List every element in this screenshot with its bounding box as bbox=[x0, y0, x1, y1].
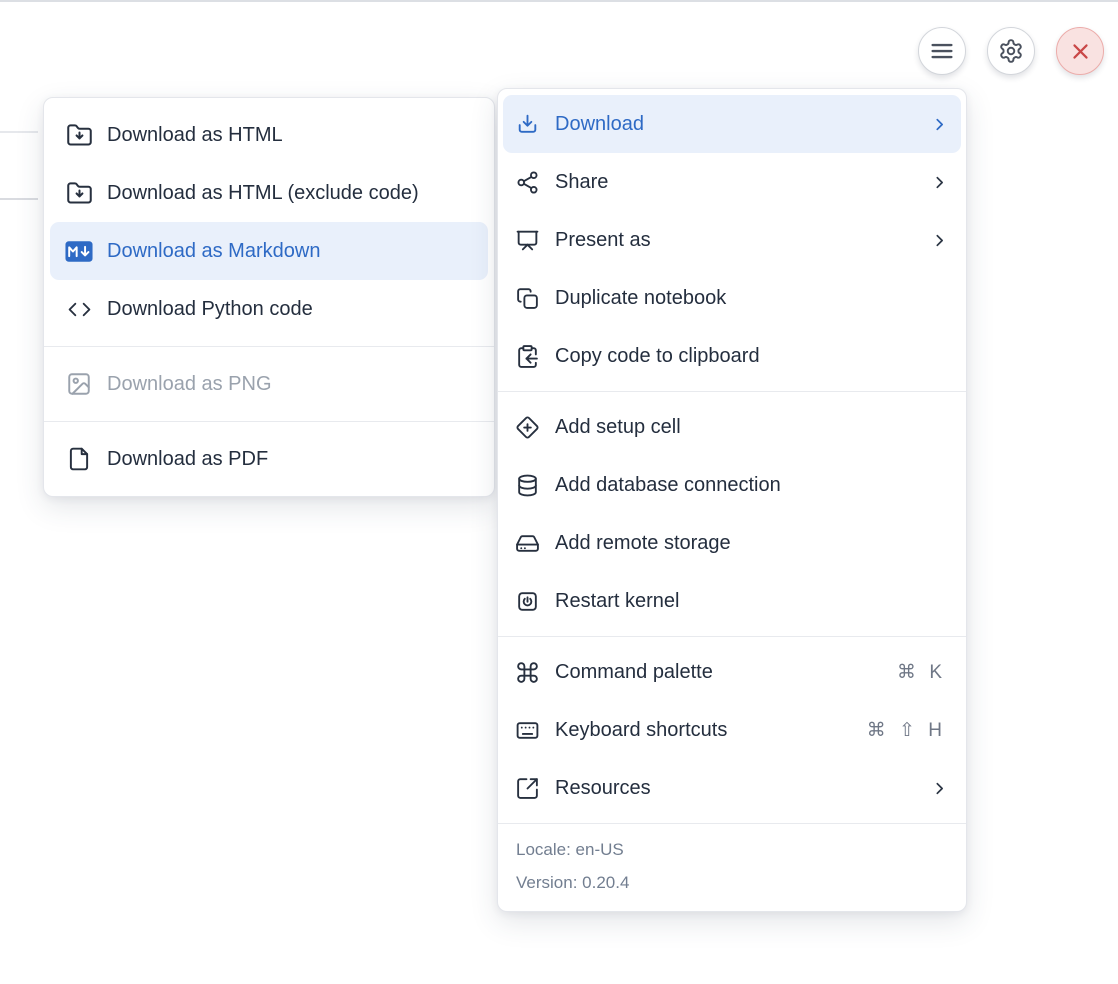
menu-item-download[interactable]: Download bbox=[503, 95, 961, 153]
command-icon bbox=[513, 658, 541, 686]
notebook-menu: Download Share Present as Duplicate noteboo… bbox=[497, 88, 967, 912]
close-button[interactable] bbox=[1056, 27, 1104, 75]
download-icon bbox=[513, 110, 541, 138]
shortcut-hint: ⌘ K bbox=[897, 661, 946, 684]
menu-item-resources[interactable]: Resources bbox=[498, 759, 966, 817]
share-icon bbox=[513, 168, 541, 196]
chevron-right-icon bbox=[928, 171, 950, 193]
menu-item-restart-kernel[interactable]: Restart kernel bbox=[498, 572, 966, 630]
close-icon bbox=[1068, 39, 1093, 64]
markdown-icon bbox=[65, 237, 93, 265]
menu-item-present-as[interactable]: Present as bbox=[498, 211, 966, 269]
menu-item-label: Download as PNG bbox=[107, 373, 476, 396]
menu-item-label: Duplicate notebook bbox=[555, 287, 946, 310]
menu-item-label: Command palette bbox=[555, 661, 897, 684]
menu-item-label: Present as bbox=[555, 229, 928, 252]
settings-button[interactable] bbox=[987, 27, 1035, 75]
menu-item-duplicate-notebook[interactable]: Duplicate notebook bbox=[498, 269, 966, 327]
chevron-right-icon bbox=[928, 777, 950, 799]
page-top-border bbox=[0, 0, 1118, 2]
chevron-right-icon bbox=[928, 229, 950, 251]
menu-item-command-palette[interactable]: Command palette⌘ K bbox=[498, 643, 966, 701]
chevron-right-icon bbox=[928, 113, 950, 135]
external-link-icon bbox=[513, 774, 541, 802]
menu-item-add-remote-storage[interactable]: Add remote storage bbox=[498, 514, 966, 572]
folder-down-icon bbox=[65, 121, 93, 149]
square-power-icon bbox=[513, 587, 541, 615]
menu-item-label: Add remote storage bbox=[555, 532, 946, 555]
hamburger-icon bbox=[927, 36, 957, 66]
menu-item-label: Add setup cell bbox=[555, 416, 946, 439]
locale-text: Locale: en-US bbox=[516, 833, 948, 866]
menu-item-copy-code-to-clipboard[interactable]: Copy code to clipboard bbox=[498, 327, 966, 385]
menu-item-keyboard-shortcuts[interactable]: Keyboard shortcuts⌘ ⇧ H bbox=[498, 701, 966, 759]
menu-item-download-as-markdown[interactable]: Download as Markdown bbox=[50, 222, 488, 280]
code-icon bbox=[65, 295, 93, 323]
image-icon bbox=[65, 370, 93, 398]
notebook-action-toolbar bbox=[918, 27, 1104, 75]
file-icon bbox=[65, 445, 93, 473]
copy-icon bbox=[513, 284, 541, 312]
menu-divider bbox=[44, 421, 494, 422]
menu-item-add-database-connection[interactable]: Add database connection bbox=[498, 456, 966, 514]
menu-item-label: Keyboard shortcuts bbox=[555, 719, 867, 742]
gear-icon bbox=[998, 38, 1024, 64]
clipboard-copy-icon bbox=[513, 342, 541, 370]
keyboard-icon bbox=[513, 716, 541, 744]
menu-divider bbox=[498, 391, 966, 392]
menu-item-label: Add database connection bbox=[555, 474, 946, 497]
menu-item-label: Restart kernel bbox=[555, 590, 946, 613]
menu-divider bbox=[498, 636, 966, 637]
menu-item-label: Download as HTML bbox=[107, 124, 476, 147]
menu-item-label: Download bbox=[555, 113, 928, 136]
menu-item-download-as-png: Download as PNG bbox=[44, 355, 494, 413]
menu-item-label: Share bbox=[555, 171, 928, 194]
version-text: Version: 0.20.4 bbox=[516, 866, 948, 899]
menu-item-download-python-code[interactable]: Download Python code bbox=[44, 280, 494, 338]
background-rule-line bbox=[0, 131, 38, 133]
menu-item-download-as-html[interactable]: Download as HTML bbox=[44, 106, 494, 164]
menu-item-label: Download Python code bbox=[107, 298, 476, 321]
menu-item-label: Copy code to clipboard bbox=[555, 345, 946, 368]
menu-item-add-setup-cell[interactable]: Add setup cell bbox=[498, 398, 966, 456]
download-submenu: Download as HTML Download as HTML (exclud… bbox=[43, 97, 495, 497]
diamond-plus-icon bbox=[513, 413, 541, 441]
menu-item-label: Download as Markdown bbox=[107, 240, 476, 263]
background-rule-line bbox=[0, 198, 38, 200]
menu-divider bbox=[44, 346, 494, 347]
folder-down-icon bbox=[65, 179, 93, 207]
presentation-icon bbox=[513, 226, 541, 254]
menu-item-download-as-pdf[interactable]: Download as PDF bbox=[44, 430, 494, 488]
database-icon bbox=[513, 471, 541, 499]
menu-item-download-as-html-exclude-code[interactable]: Download as HTML (exclude code) bbox=[44, 164, 494, 222]
hard-drive-icon bbox=[513, 529, 541, 557]
menu-item-share[interactable]: Share bbox=[498, 153, 966, 211]
menu-item-label: Download as PDF bbox=[107, 448, 476, 471]
menu-item-label: Download as HTML (exclude code) bbox=[107, 182, 476, 205]
shortcut-hint: ⌘ ⇧ H bbox=[867, 719, 946, 742]
menu-footer: Locale: en-US Version: 0.20.4 bbox=[498, 823, 966, 911]
menu-item-label: Resources bbox=[555, 777, 928, 800]
menu-toggle-button[interactable] bbox=[918, 27, 966, 75]
